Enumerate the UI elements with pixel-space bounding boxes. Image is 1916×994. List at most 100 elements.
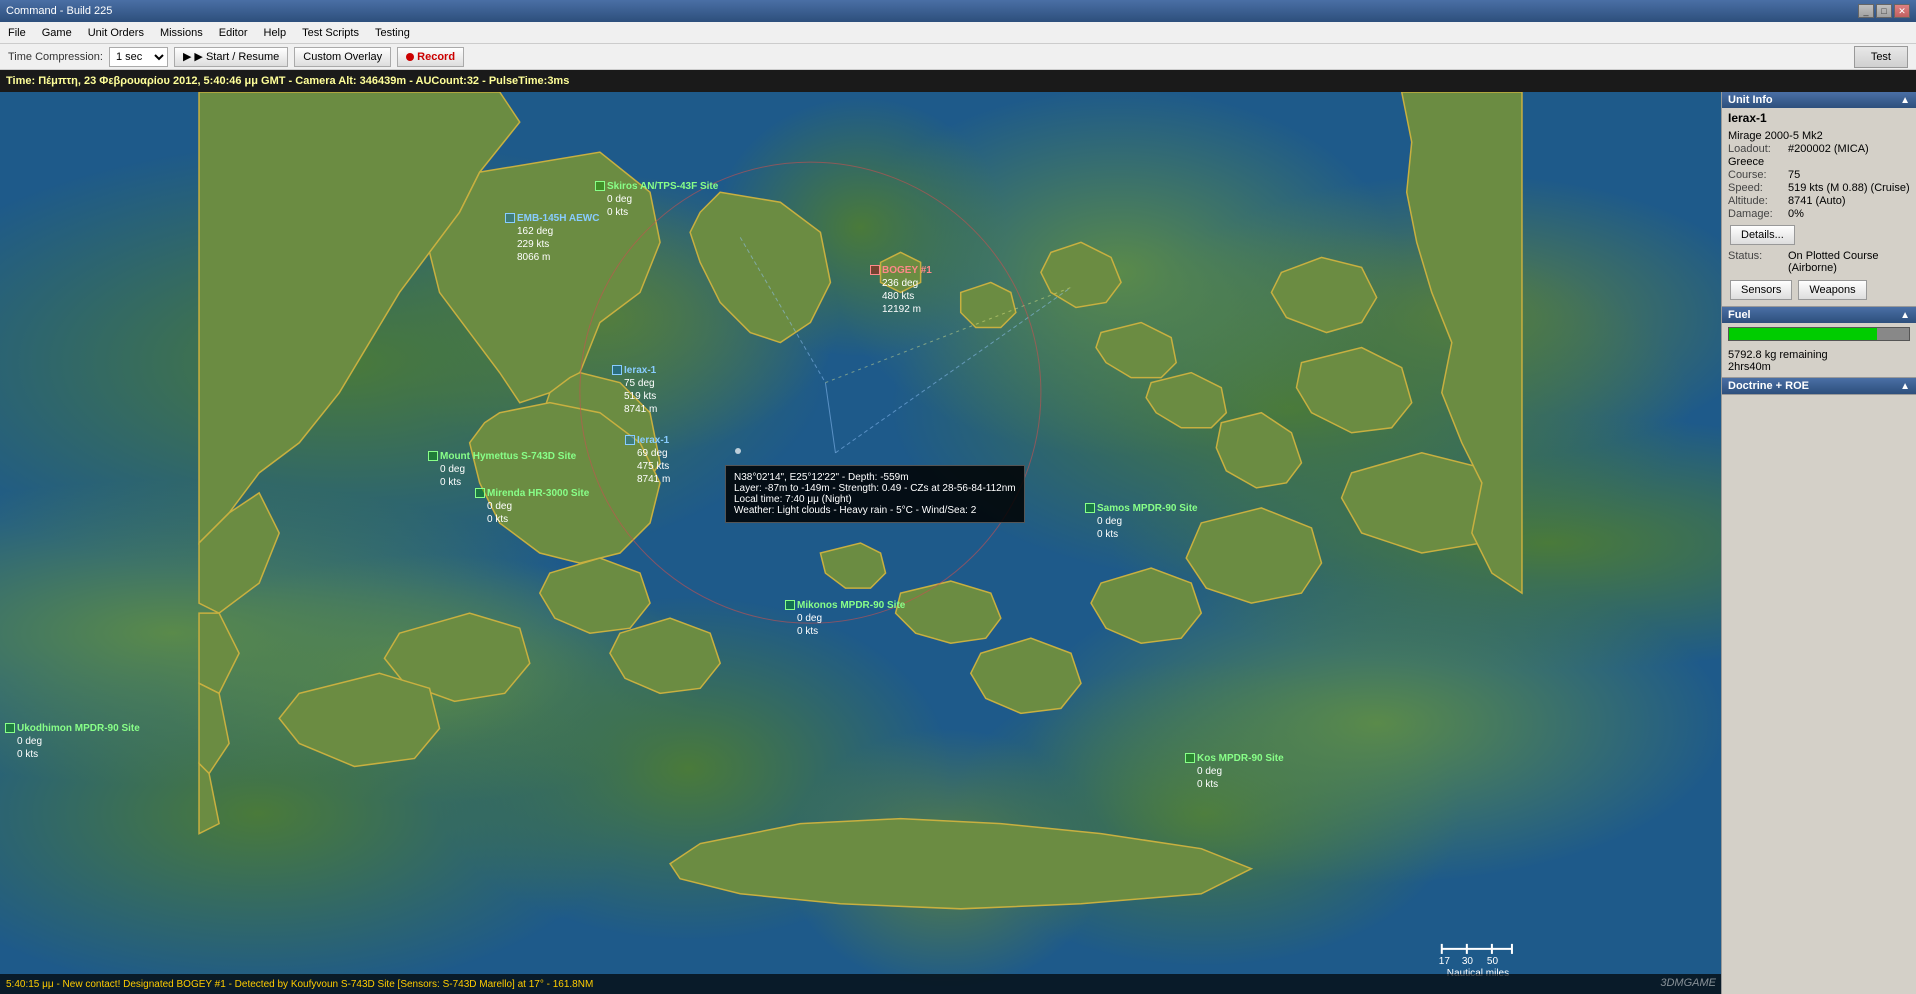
unit-info-expand-button[interactable]: ▲ <box>1900 95 1910 106</box>
unit-icon-skiros <box>595 181 605 191</box>
weapons-button[interactable]: Weapons <box>1798 280 1866 300</box>
watermark: 3DMGAME <box>1660 977 1716 989</box>
unit-info-content: Mirage 2000-5 Mk2 Loadout: #200002 (MICA… <box>1722 126 1916 306</box>
test-button[interactable]: Test <box>1854 46 1908 68</box>
fuel-content: 5792.8 kg remaining 2hrs40m <box>1722 345 1916 377</box>
unit-samos[interactable]: Samos MPDR-90 Site 0 deg 0 kts <box>1085 502 1198 541</box>
speed-row: Speed: 519 kts (M 0.88) (Cruise) <box>1728 182 1910 194</box>
damage-label: Damage: <box>1728 208 1788 220</box>
fuel-expand-button[interactable]: ▲ <box>1900 310 1910 321</box>
course-label: Course: <box>1728 169 1788 181</box>
unit-mirenda[interactable]: Mirenda HR-3000 Site 0 deg 0 kts <box>475 487 589 526</box>
doctrine-expand-button[interactable]: ▲ <box>1900 381 1910 392</box>
status-row: Status: On Plotted Course (Airborne) <box>1728 250 1910 274</box>
menubar: File Game Unit Orders Missions Editor He… <box>0 22 1916 44</box>
unit-icon-emb145h <box>505 213 515 223</box>
status-text: Time: Πέμπτη, 23 Φεβρουαρίου 2012, 5:40:… <box>6 75 569 87</box>
toolbar: Time Compression: 1 sec 5 sec 15 sec 30 … <box>0 44 1916 70</box>
unit-icon-ukodhimon <box>5 723 15 733</box>
doctrine-header: Doctrine + ROE ▲ <box>1722 378 1916 394</box>
unit-info-section: Unit Info ▲ Ierax-1 Mirage 2000-5 Mk2 Lo… <box>1722 92 1916 307</box>
unit-info-title: Unit Info <box>1728 94 1773 106</box>
damage-value: 0% <box>1788 208 1804 220</box>
fuel-remaining: 5792.8 kg remaining <box>1728 349 1910 361</box>
unit-skiros[interactable]: Skiros AN/TPS-43F Site 0 deg 0 kts <box>595 180 718 219</box>
unit-icon-ierax1a <box>612 365 622 375</box>
altitude-label: Altitude: <box>1728 195 1788 207</box>
menu-file[interactable]: File <box>0 22 34 43</box>
map-area[interactable]: 17 30 50 Nautical miles Skiros AN/TPS-43… <box>0 92 1721 994</box>
menu-game[interactable]: Game <box>34 22 80 43</box>
fuel-header: Fuel ▲ <box>1722 307 1916 323</box>
loadout-value: #200002 (MICA) <box>1788 143 1869 155</box>
watermark-text: 3DMGAME <box>1660 977 1716 989</box>
loadout-label: Loadout: <box>1728 143 1788 155</box>
status-label: Status: <box>1728 250 1788 274</box>
unit-ukodhimon[interactable]: Ukodhimon MPDR-90 Site 0 deg 0 kts <box>5 722 140 761</box>
altitude-value: 8741 (Auto) <box>1788 195 1845 207</box>
menu-help[interactable]: Help <box>256 22 295 43</box>
unit-mikonos[interactable]: Mikonos MPDR-90 Site 0 deg 0 kts <box>785 599 905 638</box>
unit-kos[interactable]: Kos MPDR-90 Site 0 deg 0 kts <box>1185 752 1284 791</box>
aircraft-type-value: Mirage 2000-5 Mk2 <box>1728 130 1823 142</box>
unit-ierax1-b[interactable]: Ierax-1 69 deg 475 kts 8741 m <box>625 434 670 486</box>
right-panel: Unit Info ▲ Ierax-1 Mirage 2000-5 Mk2 Lo… <box>1721 92 1916 994</box>
custom-overlay-button[interactable]: Custom Overlay <box>294 47 391 67</box>
minimize-button[interactable]: _ <box>1858 4 1874 18</box>
fuel-section: Fuel ▲ 5792.8 kg remaining 2hrs40m <box>1722 307 1916 378</box>
course-row: Course: 75 <box>1728 169 1910 181</box>
menu-missions[interactable]: Missions <box>152 22 211 43</box>
titlebar-controls: _ □ ✕ <box>1858 4 1910 18</box>
record-icon <box>406 53 414 61</box>
time-compression-select[interactable]: 1 sec 5 sec 15 sec 30 sec 1 min <box>109 47 168 67</box>
speed-label: Speed: <box>1728 182 1788 194</box>
unit-icon-mirenda <box>475 488 485 498</box>
fuel-bar-container <box>1728 327 1910 341</box>
statusbar: Time: Πέμπτη, 23 Φεβρουαρίου 2012, 5:40:… <box>0 70 1916 92</box>
unit-bogey1[interactable]: BOGEY #1 236 deg 480 kts 12192 m <box>870 264 932 316</box>
fuel-bar <box>1729 328 1877 340</box>
start-resume-button[interactable]: ▶ ▶ Start / Resume <box>174 47 288 67</box>
loadout-row: Loadout: #200002 (MICA) <box>1728 143 1910 155</box>
country-row: Greece <box>1728 156 1910 168</box>
unit-mount-hymettus[interactable]: Mount Hymettus S-743D Site 0 deg 0 kts <box>428 450 576 489</box>
cursor-indicator <box>735 448 741 454</box>
unit-icon-kos <box>1185 753 1195 763</box>
menu-test-scripts[interactable]: Test Scripts <box>294 22 367 43</box>
fuel-title: Fuel <box>1728 309 1751 321</box>
maximize-button[interactable]: □ <box>1876 4 1892 18</box>
doctrine-title: Doctrine + ROE <box>1728 380 1809 392</box>
sensors-button[interactable]: Sensors <box>1730 280 1792 300</box>
course-value: 75 <box>1788 169 1800 181</box>
aircraft-type-row: Mirage 2000-5 Mk2 <box>1728 130 1910 142</box>
map-background <box>0 92 1721 994</box>
menu-editor[interactable]: Editor <box>211 22 256 43</box>
close-button[interactable]: ✕ <box>1894 4 1910 18</box>
country-value: Greece <box>1728 156 1764 168</box>
unit-icon-ierax1b <box>625 435 635 445</box>
doctrine-section: Doctrine + ROE ▲ <box>1722 378 1916 395</box>
record-button[interactable]: Record <box>397 47 464 67</box>
sensor-weapon-buttons: Sensors Weapons <box>1728 278 1910 302</box>
play-icon: ▶ <box>183 50 191 63</box>
details-button[interactable]: Details... <box>1730 225 1795 245</box>
altitude-row: Altitude: 8741 (Auto) <box>1728 195 1910 207</box>
damage-row: Damage: 0% <box>1728 208 1910 220</box>
unit-emb145h[interactable]: EMB-145H AEWC 162 deg 229 kts 8066 m <box>505 212 599 264</box>
time-compression-label: Time Compression: <box>8 51 103 63</box>
titlebar: Command - Build 225 _ □ ✕ <box>0 0 1916 22</box>
unit-name: Ierax-1 <box>1722 108 1916 126</box>
fuel-time: 2hrs40m <box>1728 361 1910 373</box>
details-row: Details... <box>1728 223 1910 247</box>
menu-testing[interactable]: Testing <box>367 22 418 43</box>
titlebar-title: Command - Build 225 <box>6 5 112 17</box>
unit-ierax1-a[interactable]: Ierax-1 75 deg 519 kts 8741 m <box>612 364 657 416</box>
bottom-message: 5:40:15 μμ - New contact! Designated BOG… <box>0 974 1721 994</box>
speed-value: 519 kts (M 0.88) (Cruise) <box>1788 182 1910 194</box>
unit-icon-samos <box>1085 503 1095 513</box>
status-value: On Plotted Course (Airborne) <box>1788 250 1910 274</box>
unit-icon-mikonos <box>785 600 795 610</box>
menu-unit-orders[interactable]: Unit Orders <box>80 22 152 43</box>
main-content: 17 30 50 Nautical miles Skiros AN/TPS-43… <box>0 92 1916 994</box>
unit-icon-mount-hymettus <box>428 451 438 461</box>
